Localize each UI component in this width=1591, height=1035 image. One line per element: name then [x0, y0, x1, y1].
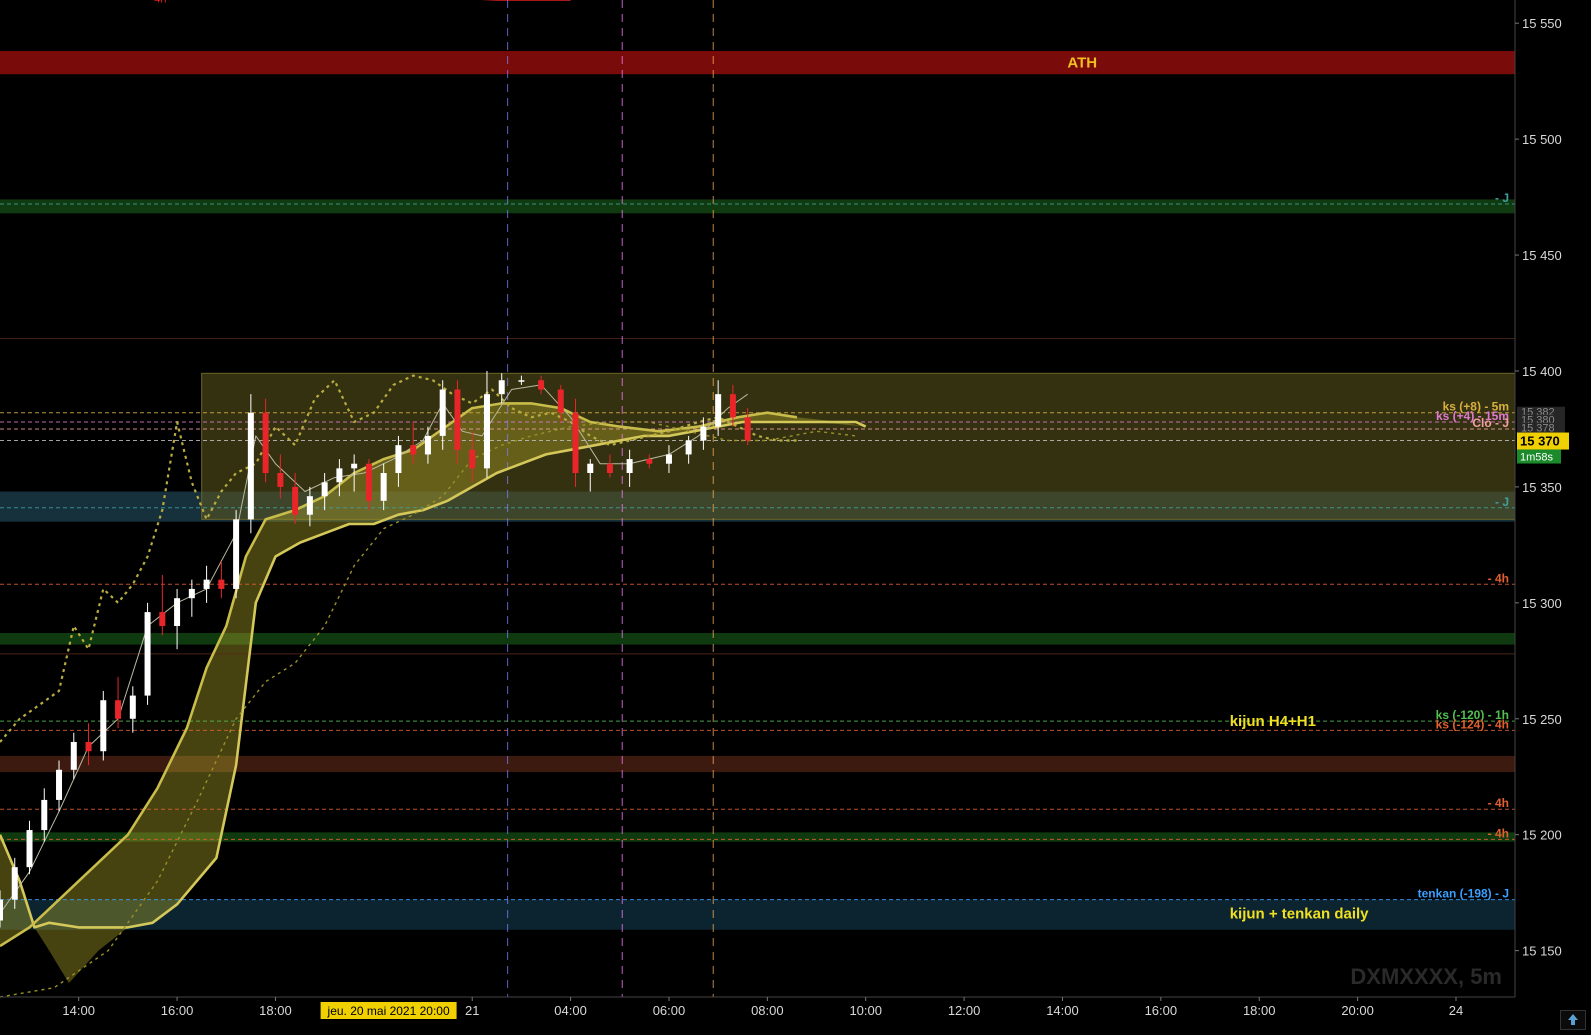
candle-body[interactable]	[11, 867, 18, 900]
candle-body[interactable]	[218, 579, 225, 589]
time-tick-label: 20:00	[1341, 1003, 1374, 1018]
candle-body[interactable]	[129, 695, 136, 719]
time-tick-label: 16:00	[161, 1003, 194, 1018]
zone-band	[0, 51, 1515, 75]
chart-annotation: ATH	[1067, 55, 1097, 72]
scroll-to-latest-button[interactable]	[1560, 1010, 1586, 1030]
price-tick-label: 15 400	[1522, 364, 1562, 379]
candle-body[interactable]	[626, 459, 633, 473]
level-label: - 4h	[1488, 796, 1509, 810]
trendline-label: - 4h	[148, 0, 167, 5]
candle-body[interactable]	[144, 612, 151, 696]
candle-body[interactable]	[56, 769, 63, 800]
date-highlight-label: jeu. 20 mai 2021 20:00	[327, 1004, 450, 1018]
candle-body[interactable]	[498, 380, 505, 395]
candle-body[interactable]	[606, 463, 613, 473]
candle-body[interactable]	[395, 445, 402, 473]
candle-body[interactable]	[715, 394, 722, 427]
candle-body[interactable]	[115, 700, 122, 719]
candle-body[interactable]	[365, 463, 372, 501]
candle-body[interactable]	[469, 449, 476, 469]
level-label: Clo - J	[1472, 416, 1509, 430]
candle-body[interactable]	[646, 459, 653, 464]
level-label: ks (-124) - 4h	[1436, 717, 1509, 731]
time-tick-label: 10:00	[849, 1003, 882, 1018]
candle-body[interactable]	[454, 389, 461, 450]
candle-body[interactable]	[665, 454, 672, 464]
price-tick-label: 15 550	[1522, 16, 1562, 31]
time-tick-label: 18:00	[1243, 1003, 1276, 1018]
candle-body[interactable]	[538, 380, 545, 390]
candle-body[interactable]	[277, 472, 284, 487]
candle-body[interactable]	[321, 482, 328, 497]
level-label: - J	[1495, 191, 1509, 205]
candle-body[interactable]	[233, 519, 240, 589]
candle-body[interactable]	[380, 472, 387, 501]
candle-body[interactable]	[26, 830, 33, 868]
candle-body[interactable]	[439, 389, 446, 436]
symbol-watermark: DXMXXXX, 5m	[1350, 964, 1502, 989]
zone-band	[0, 832, 1515, 842]
candle-body[interactable]	[557, 389, 564, 413]
candle-body[interactable]	[100, 700, 107, 752]
time-tick-label: 21	[465, 1003, 479, 1018]
candle-body[interactable]	[159, 612, 166, 627]
candle-body[interactable]	[483, 394, 490, 469]
candle-body[interactable]	[0, 899, 3, 921]
price-chart[interactable]: - J- J- 4h- 4h- 4hks (+8) - 5mks (+4) - …	[0, 0, 1591, 1035]
candle-body[interactable]	[85, 741, 92, 752]
price-tick-label: 15 350	[1522, 480, 1562, 495]
level-label: - J	[1495, 495, 1509, 509]
candle-body[interactable]	[518, 380, 525, 382]
countdown-label: 1m58s	[1520, 452, 1554, 464]
candle-body[interactable]	[351, 463, 358, 469]
time-tick-label: 16:00	[1145, 1003, 1178, 1018]
time-tick-label: 24	[1449, 1003, 1463, 1018]
price-tick-label: 15 500	[1522, 132, 1562, 147]
candle-body[interactable]	[700, 426, 707, 441]
level-label: tenkan (-198) - J	[1418, 887, 1509, 901]
price-tick-label: 15 450	[1522, 248, 1562, 263]
time-tick-label: 04:00	[554, 1003, 587, 1018]
candle-body[interactable]	[729, 394, 736, 418]
time-tick-label: 14:00	[62, 1003, 95, 1018]
candle-body[interactable]	[292, 486, 299, 515]
chart-annotation: kijun + tenkan daily	[1230, 906, 1369, 923]
candle-body[interactable]	[424, 435, 431, 455]
chart-annotation: kijun H4+H1	[1230, 713, 1316, 730]
level-label: - 4h	[1488, 571, 1509, 585]
candle-body[interactable]	[744, 417, 751, 441]
price-tick-label: 15 150	[1522, 944, 1562, 959]
candle-body[interactable]	[174, 598, 181, 627]
time-tick-label: 18:00	[259, 1003, 292, 1018]
level-label: - 4h	[1488, 826, 1509, 840]
candle-body[interactable]	[247, 412, 254, 520]
candle-body[interactable]	[410, 445, 417, 455]
arrow-up-icon	[1568, 1014, 1578, 1025]
time-tick-label: 06:00	[653, 1003, 686, 1018]
price-tick-label: 15 200	[1522, 828, 1562, 843]
time-tick-label: 12:00	[948, 1003, 981, 1018]
candle-body[interactable]	[203, 579, 210, 589]
candle-body[interactable]	[70, 741, 77, 770]
current-price-label: 15 370	[1520, 434, 1560, 449]
price-tick-label: 15 250	[1522, 712, 1562, 727]
candle-body[interactable]	[336, 468, 343, 483]
candle-body[interactable]	[41, 799, 48, 831]
price-tick-label: 15 300	[1522, 596, 1562, 611]
time-tick-label: 08:00	[751, 1003, 784, 1018]
candle-body[interactable]	[262, 412, 269, 473]
time-tick-label: 14:00	[1046, 1003, 1079, 1018]
candle-body[interactable]	[587, 463, 594, 473]
candle-body[interactable]	[306, 496, 313, 515]
zone-band	[0, 199, 1515, 214]
candle-body[interactable]	[685, 440, 692, 455]
candle-body[interactable]	[188, 588, 195, 599]
candle-body[interactable]	[572, 412, 579, 473]
